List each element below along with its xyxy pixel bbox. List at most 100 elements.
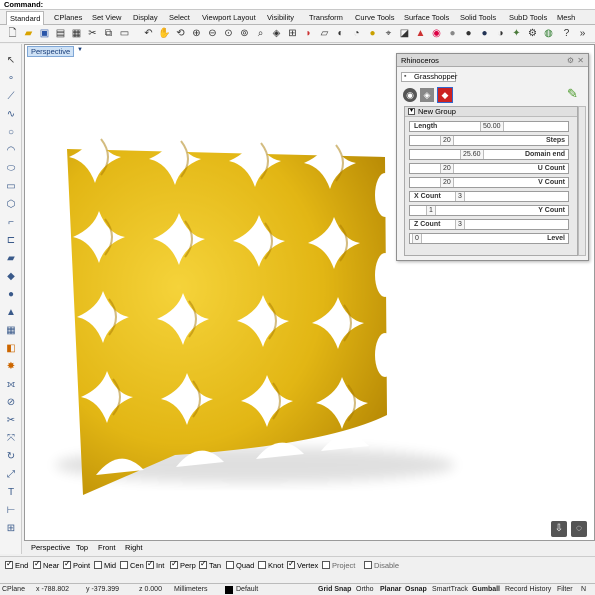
osnap-quad[interactable]: Quad: [226, 561, 254, 570]
ellipse-icon[interactable]: ⬭: [4, 162, 18, 176]
arc-icon[interactable]: ◠: [4, 144, 18, 158]
rotate-icon[interactable]: ↻: [4, 450, 18, 464]
osnap-perp[interactable]: Perp: [170, 559, 196, 570]
status-overflow[interactable]: N: [581, 585, 586, 595]
layer-icon[interactable]: ◪: [398, 27, 411, 40]
tab-set-view[interactable]: Set View: [92, 11, 121, 25]
open-folder-icon[interactable]: ▰: [22, 27, 35, 40]
named-view-icon[interactable]: ◗: [302, 27, 315, 40]
slider-v-count[interactable]: 20 V Count: [409, 177, 569, 188]
material-sphere-icon[interactable]: ●: [446, 27, 459, 40]
tab-viewport-layout[interactable]: Viewport Layout: [202, 11, 256, 25]
viewport-layout-icon[interactable]: ⊞: [286, 27, 299, 40]
color-wheel-icon[interactable]: ◉: [430, 27, 443, 40]
zoom-icon[interactable]: ⊕: [190, 27, 203, 40]
zoom-all-icon[interactable]: ⌕: [254, 27, 267, 40]
print-icon[interactable]: ▤: [54, 27, 67, 40]
tab-curve-tools[interactable]: Curve Tools: [355, 11, 394, 25]
tab-solid-tools[interactable]: Solid Tools: [460, 11, 496, 25]
toggle-osnap[interactable]: Osnap: [405, 585, 427, 595]
scale-icon[interactable]: ⤢: [4, 468, 18, 482]
slider-x-count[interactable]: X Count 3: [409, 191, 569, 202]
explode-icon[interactable]: ✸: [4, 360, 18, 374]
osnap-disable[interactable]: Disable: [364, 561, 399, 570]
tab-transform[interactable]: Transform: [309, 11, 343, 25]
view-tab-top[interactable]: Top: [76, 543, 88, 553]
osnap-mid[interactable]: Mid: [94, 561, 116, 570]
import-icon[interactable]: ▦: [70, 27, 83, 40]
osnap-tan[interactable]: Tan: [199, 559, 221, 570]
osnap-int[interactable]: Int: [146, 559, 164, 570]
toggle-ortho[interactable]: Ortho: [356, 585, 374, 595]
render-sphere-icon[interactable]: ●: [462, 27, 475, 40]
tab-mesh[interactable]: Mesh: [557, 11, 575, 25]
move-icon[interactable]: ⤧: [4, 432, 18, 446]
osnap-project[interactable]: Project: [322, 561, 355, 570]
fillet-curve-icon[interactable]: ⌐: [4, 216, 18, 230]
grasshopper-icon[interactable]: ✦: [510, 27, 523, 40]
toggle-filter[interactable]: Filter: [557, 585, 573, 595]
trim-icon[interactable]: ✂: [4, 414, 18, 428]
object-snap-icon[interactable]: ◔: [350, 27, 363, 40]
toolbar-overflow-icon[interactable]: »: [576, 27, 589, 40]
toggle-grid-snap[interactable]: Grid Snap: [318, 585, 351, 595]
osnap-knot[interactable]: Knot: [258, 561, 283, 570]
toggle-record-history[interactable]: Record History: [505, 585, 551, 595]
zoom-selected-icon[interactable]: ⊚: [238, 27, 251, 40]
array-icon[interactable]: ⊞: [4, 522, 18, 536]
render-settings-icon[interactable]: ◑: [494, 27, 507, 40]
lock-icon[interactable]: ⇩: [551, 521, 567, 537]
collapse-icon[interactable]: ▾: [408, 108, 415, 115]
slider-u-count[interactable]: 20 U Count: [409, 163, 569, 174]
join-icon[interactable]: ⟗: [4, 378, 18, 392]
set-view-icon[interactable]: ◐: [334, 27, 347, 40]
status-cplane[interactable]: CPlane: [2, 585, 25, 595]
toggle-planar[interactable]: Planar: [380, 585, 401, 595]
solver-icon[interactable]: ◆: [437, 87, 453, 103]
slider-steps[interactable]: 20 Steps: [409, 135, 569, 146]
zoom-window-icon[interactable]: ⊖: [206, 27, 219, 40]
polygon-icon[interactable]: ⬡: [4, 198, 18, 212]
toggle-gumball[interactable]: Gumball: [472, 585, 500, 595]
tab-standard[interactable]: Standard: [6, 11, 45, 26]
osnap-point[interactable]: Point: [63, 559, 90, 570]
status-layer[interactable]: Default: [236, 585, 258, 595]
osnap-cen[interactable]: Cen: [120, 561, 144, 570]
pan-hand-icon[interactable]: ✋: [158, 27, 171, 40]
view-tab-perspective[interactable]: Perspective: [31, 543, 70, 553]
osnap-end[interactable]: End: [5, 559, 28, 570]
curve-icon[interactable]: ∿: [4, 108, 18, 122]
select-icon[interactable]: ⌖: [382, 27, 395, 40]
status-units[interactable]: Millimeters: [174, 585, 207, 595]
properties-icon[interactable]: ▲: [414, 27, 427, 40]
new-file-icon[interactable]: 🗋: [6, 27, 19, 40]
boolean-icon[interactable]: ◧: [4, 342, 18, 356]
offset-icon[interactable]: ⊏: [4, 234, 18, 248]
panel-options-icon[interactable]: ⚙: [567, 54, 574, 67]
select-arrow-icon[interactable]: ↖: [4, 54, 18, 68]
extrude-icon[interactable]: ▲: [4, 306, 18, 320]
copy-icon[interactable]: ⧉: [102, 27, 115, 40]
tab-grasshopper[interactable]: ▪ Grasshopper: [401, 72, 457, 82]
tab-cplanes[interactable]: CPlanes: [54, 11, 82, 25]
rotate-view-icon[interactable]: ⟲: [174, 27, 187, 40]
group-header[interactable]: ▾ New Group: [405, 107, 577, 117]
box-solid-icon[interactable]: ◆: [4, 270, 18, 284]
panel-scrollbar[interactable]: [578, 106, 586, 256]
slider-domain-end[interactable]: 25.60 Domain end: [409, 149, 569, 160]
tab-surface-tools[interactable]: Surface Tools: [404, 11, 449, 25]
paste-icon[interactable]: ▭: [118, 27, 131, 40]
undo-icon[interactable]: ↶: [142, 27, 155, 40]
circle-icon[interactable]: ○: [4, 126, 18, 140]
osnap-near[interactable]: Near: [33, 559, 59, 570]
tab-subd-tools[interactable]: SubD Tools: [509, 11, 547, 25]
light-bulb-icon[interactable]: ●: [366, 27, 379, 40]
tab-display[interactable]: Display: [133, 11, 158, 25]
polyline-icon[interactable]: ⟋: [4, 90, 18, 104]
slider-length[interactable]: Length 50.00: [409, 121, 569, 132]
mesh-icon[interactable]: ▦: [4, 324, 18, 338]
slider-y-count[interactable]: 1 Y Count: [409, 205, 569, 216]
save-icon[interactable]: ▣: [38, 27, 51, 40]
close-icon[interactable]: ✕: [577, 54, 584, 67]
dimension-icon[interactable]: ⊢: [4, 504, 18, 518]
